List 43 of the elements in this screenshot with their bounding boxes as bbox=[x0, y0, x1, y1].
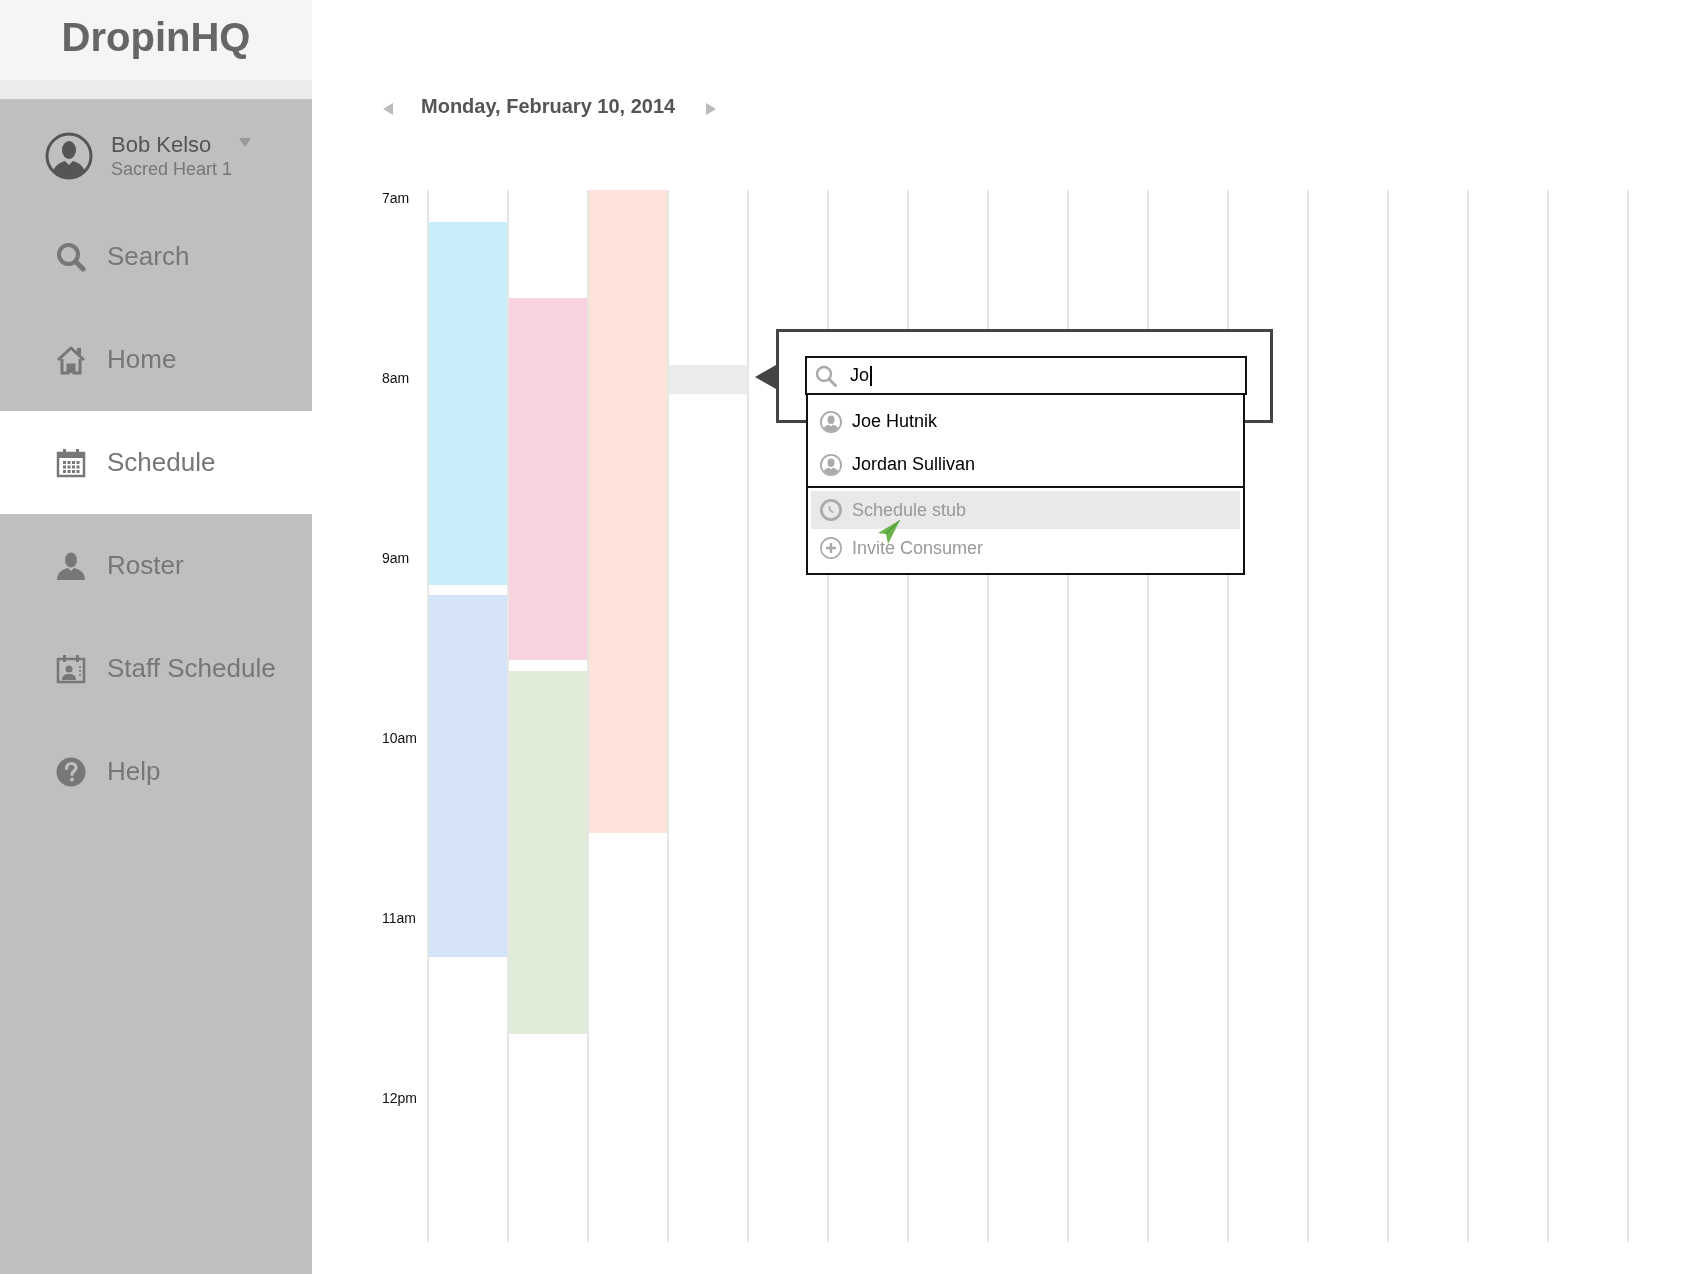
avatar-icon bbox=[45, 132, 93, 180]
hour-label: 7am bbox=[382, 190, 410, 206]
hour-label: 8am bbox=[382, 370, 410, 386]
user-name: Bob Kelso bbox=[111, 132, 212, 158]
home-icon bbox=[56, 344, 86, 375]
help-icon bbox=[56, 756, 86, 787]
hour-label: 9am bbox=[382, 550, 410, 566]
person-icon bbox=[820, 453, 842, 476]
calendar-icon bbox=[56, 447, 86, 478]
search-icon bbox=[56, 241, 86, 272]
appointment-block[interactable] bbox=[589, 190, 667, 833]
nav-item[interactable]: Schedule bbox=[0, 411, 312, 514]
dropdown-caret-icon[interactable] bbox=[239, 137, 252, 147]
popover-pointer-icon bbox=[755, 365, 776, 389]
hour-label: 10am bbox=[382, 730, 418, 746]
suggestion-item[interactable]: Joe Hutnik bbox=[808, 400, 1243, 443]
nav-item[interactable]: Roster bbox=[0, 514, 312, 617]
suggestion-item[interactable]: Invite Consumer bbox=[811, 529, 1240, 567]
calendar-person-icon bbox=[56, 653, 86, 684]
nav-item[interactable]: Staff Schedule bbox=[0, 617, 312, 720]
person-icon bbox=[820, 410, 842, 433]
date-title: Monday, February 10, 2014 bbox=[421, 94, 676, 118]
nav-item[interactable]: Help bbox=[0, 720, 312, 823]
nav-item[interactable]: Home bbox=[0, 308, 312, 411]
appointment-block[interactable] bbox=[509, 671, 587, 1034]
appointment-block[interactable] bbox=[509, 298, 587, 660]
appointment-block[interactable] bbox=[429, 222, 507, 585]
suggestion-item[interactable]: Jordan Sullivan bbox=[808, 443, 1243, 486]
caret-left-icon[interactable] bbox=[383, 102, 393, 115]
hour-label: 11am bbox=[382, 910, 416, 926]
search-icon bbox=[815, 364, 837, 387]
caret-right-icon[interactable] bbox=[706, 102, 717, 115]
clock-icon bbox=[820, 499, 842, 521]
user-location: Sacred Heart 1 bbox=[111, 158, 234, 180]
nav-item[interactable]: Search bbox=[0, 205, 312, 308]
person-icon bbox=[56, 550, 86, 581]
app-logo: DropinHQ bbox=[61, 15, 251, 59]
appointment-block[interactable] bbox=[429, 595, 507, 957]
hour-label: 12pm bbox=[382, 1090, 418, 1106]
suggestion-item[interactable]: Schedule stub bbox=[811, 491, 1240, 529]
plus-circle-icon bbox=[820, 537, 842, 559]
text-cursor-icon bbox=[870, 365, 872, 386]
search-field[interactable]: Jo bbox=[805, 356, 1247, 395]
